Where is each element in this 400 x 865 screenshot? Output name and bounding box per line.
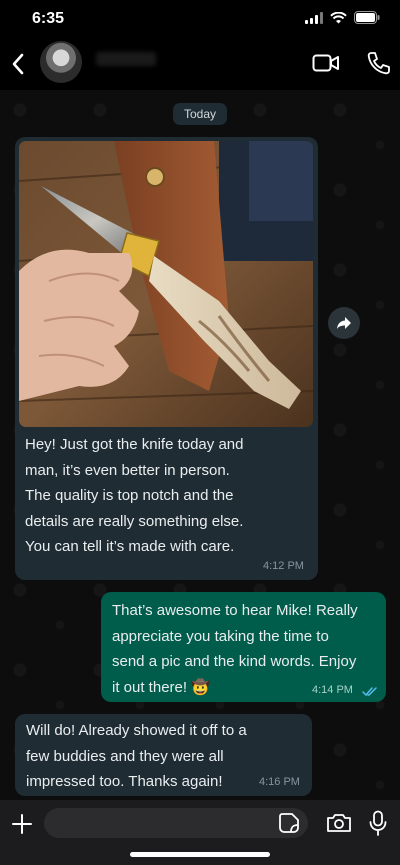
message-text-line: You can tell it’s made with care.	[25, 538, 235, 555]
cellular-signal-icon	[305, 11, 323, 24]
status-bar: 6:35	[0, 0, 400, 38]
sticker-button[interactable]	[278, 812, 300, 834]
message-text-line: appreciate you taking the time to	[112, 627, 329, 645]
message-text-line: man, it’s even better in person.	[25, 461, 230, 479]
date-separator: Today	[173, 103, 227, 125]
plus-icon	[12, 814, 32, 834]
incoming-message-bubble[interactable]: Hey! Just got the knife today and man, i…	[15, 137, 318, 580]
knife-photo[interactable]	[19, 141, 313, 427]
camera-button[interactable]	[326, 812, 352, 834]
message-timestamp: 4:12 PM	[263, 560, 304, 572]
avatar[interactable]	[40, 41, 82, 83]
read-receipt-icon	[362, 687, 377, 697]
message-input-bar	[0, 800, 400, 865]
chevron-left-icon	[12, 53, 24, 75]
phone-icon	[367, 52, 390, 75]
message-input[interactable]	[44, 808, 308, 838]
camera-icon	[327, 814, 351, 832]
video-camera-icon	[312, 54, 339, 72]
chat-header	[0, 38, 400, 90]
message-text-line: That’s awesome to hear Mike! Really	[112, 602, 358, 619]
outgoing-message-bubble[interactable]: That’s awesome to hear Mike! Really appr…	[101, 592, 386, 702]
battery-icon	[354, 11, 380, 24]
message-text-line: details are really something else.	[25, 512, 244, 530]
video-call-button[interactable]	[312, 51, 340, 75]
contact-name[interactable]	[96, 52, 156, 66]
message-text-line: Will do! Already showed it off to a	[26, 722, 247, 739]
home-indicator	[130, 852, 270, 857]
back-button[interactable]	[8, 50, 30, 78]
message-text-line: send a pic and the kind words. Enjoy	[112, 653, 357, 670]
message-text-line: The quality is top notch and the	[25, 487, 234, 504]
message-text-line: Hey! Just got the knife today and	[25, 436, 244, 453]
voice-call-button[interactable]	[366, 50, 390, 76]
status-time: 6:35	[32, 10, 65, 27]
message-timestamp: 4:16 PM	[259, 776, 300, 788]
status-icons	[305, 11, 380, 24]
wifi-icon	[330, 11, 347, 23]
microphone-icon	[369, 810, 387, 836]
forward-button[interactable]	[328, 307, 360, 339]
forward-arrow-icon	[337, 317, 351, 329]
microphone-button[interactable]	[368, 810, 388, 836]
message-timestamp: 4:14 PM	[312, 684, 353, 696]
attach-button[interactable]	[10, 812, 34, 836]
message-text-line: few buddies and they were all	[26, 747, 224, 765]
chat-area[interactable]: Today Hey! Just got the knife today and …	[0, 90, 400, 800]
incoming-message-bubble[interactable]: Will do! Already showed it off to a few …	[15, 714, 312, 796]
sticker-icon	[279, 813, 299, 833]
knife-photo-image	[19, 141, 313, 427]
